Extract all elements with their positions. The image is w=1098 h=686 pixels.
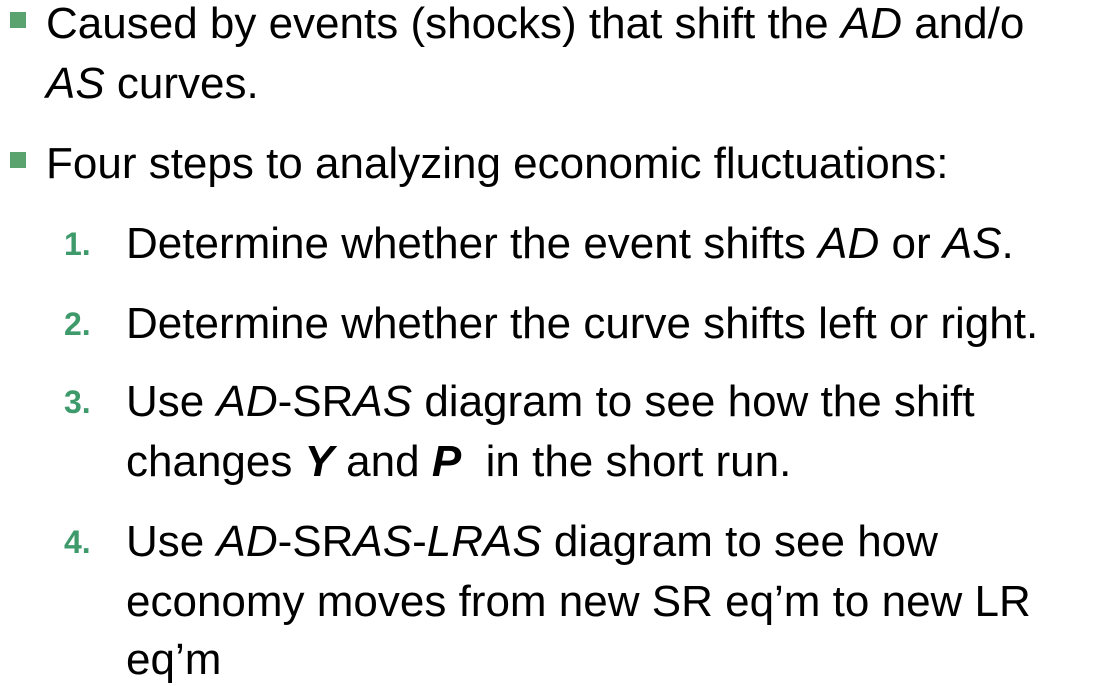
step-number: 3.: [64, 384, 91, 420]
text-segment: curves.: [104, 59, 259, 108]
text-segment: diagram to see how the shift: [412, 377, 975, 426]
step-4-line-1: Use AD-SRAS-LRAS diagram to see how: [126, 520, 938, 564]
text-segment: Caused by events (shocks) that shift the: [46, 0, 841, 48]
text-segment: .: [1001, 219, 1014, 268]
bullet-1-line-2: AS curves.: [46, 62, 259, 106]
text-segment-italic: AD: [818, 219, 880, 268]
text-segment: diagram to see how: [541, 517, 938, 566]
text-segment-italic: AS: [353, 377, 413, 426]
step-3-line-2: changes Y and P in the short run.: [126, 440, 791, 484]
text-segment: Determine whether the event shifts: [126, 219, 819, 268]
text-segment: or: [879, 219, 943, 268]
step-4-line-2: economy moves from new SR eq’m to new LR: [126, 580, 1031, 624]
text-segment: eq’m: [126, 635, 222, 684]
step-1-line-1: Determine whether the event shifts AD or…: [126, 222, 1014, 266]
bullet-1-line-1: Caused by events (shocks) that shift the…: [46, 2, 1024, 46]
text-segment-italic: AS: [46, 59, 105, 108]
step-number: 1.: [64, 226, 91, 262]
bullet-2-line-1: Four steps to analyzing economic fluctua…: [46, 142, 948, 186]
text-segment: and/o: [901, 0, 1025, 48]
text-segment: Determine whether the curve shifts left …: [126, 299, 1039, 348]
text-segment: Four steps to analyzing economic fluctua…: [46, 139, 949, 188]
text-segment: economy moves from new SR eq’m to new LR: [126, 577, 1031, 626]
text-segment: Use: [126, 377, 217, 426]
step-2-line-1: Determine whether the curve shifts left …: [126, 302, 1038, 346]
text-segment-italic: AS: [353, 517, 413, 566]
text-segment: -: [412, 517, 427, 566]
text-segment: -SR: [277, 377, 354, 426]
text-segment: Use: [126, 517, 217, 566]
text-segment: in the short run.: [461, 437, 792, 486]
text-segment-bold-italic: P: [431, 437, 462, 486]
step-number: 4.: [64, 524, 91, 560]
text-segment-italic: AS: [942, 219, 1002, 268]
bullet-marker: [10, 152, 26, 168]
text-segment-italic: LRAS: [426, 517, 542, 566]
text-segment-italic: AD: [216, 517, 278, 566]
text-segment-italic: AD: [840, 0, 902, 48]
bullet-marker: [10, 12, 26, 28]
text-segment: changes: [126, 437, 305, 486]
text-segment: -SR: [277, 517, 354, 566]
step-number: 2.: [64, 306, 91, 342]
text-segment-italic: AD: [216, 377, 278, 426]
text-segment: and: [333, 437, 432, 486]
text-segment-bold-italic: Y: [304, 437, 334, 486]
step-3-line-1: Use AD-SRAS diagram to see how the shift: [126, 380, 975, 424]
step-4-line-3: eq’m: [126, 638, 221, 682]
